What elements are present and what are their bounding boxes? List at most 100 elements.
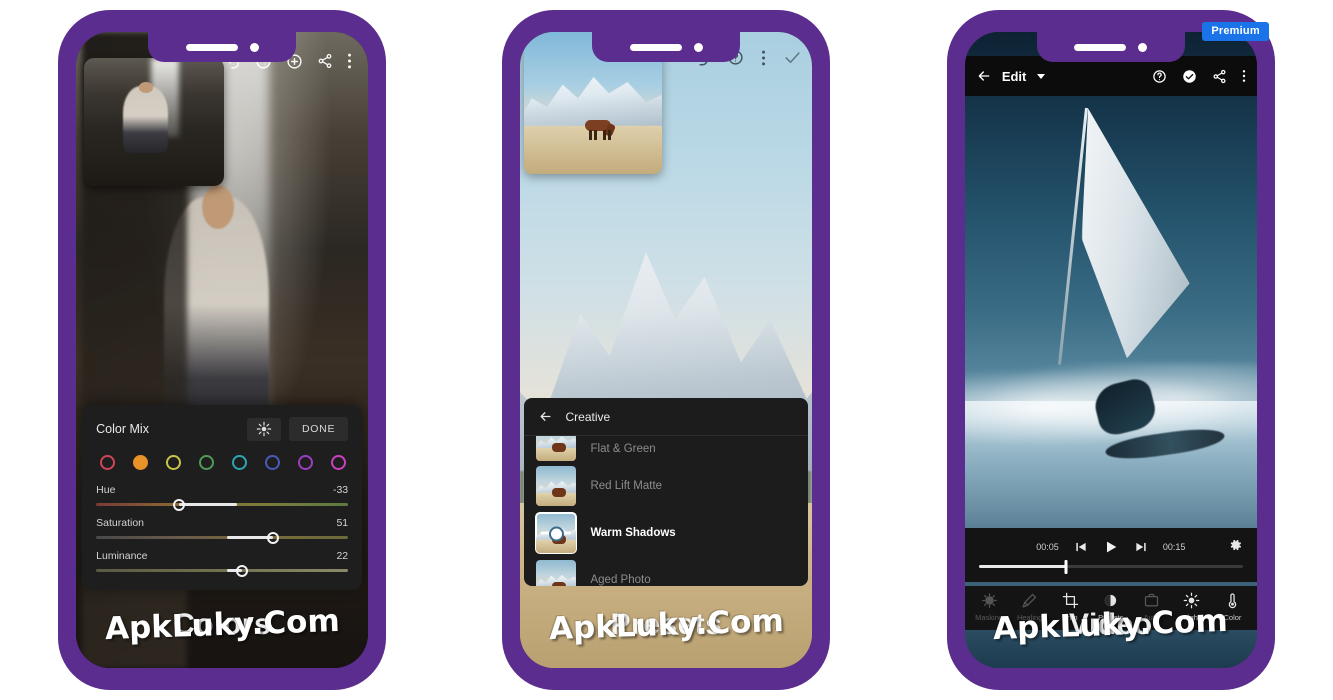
play-icon[interactable] (1103, 539, 1119, 555)
phone-colors-screen: Color Mix DONE Hue -33 Saturation 51 Lum… (76, 32, 369, 668)
check-icon[interactable] (783, 48, 802, 67)
swatch-aqua[interactable] (232, 455, 248, 470)
arrow-left-icon[interactable] (538, 409, 553, 424)
preset-label: Flat & Green (590, 443, 656, 455)
playback-row: 00:05 00:15 (965, 528, 1257, 561)
swatch-blue[interactable] (265, 455, 281, 470)
front-camera-dot (693, 42, 703, 52)
thumbnail-mountain (524, 77, 663, 126)
current-time: 00:05 (1036, 542, 1059, 552)
progress-playhead[interactable] (1064, 559, 1068, 574)
next-frame-icon[interactable] (1134, 540, 1148, 554)
total-time: 00:15 (1162, 542, 1186, 552)
caption-area-video: Video ApkLuky.Com (965, 590, 1257, 660)
slider-hue-label: Hue (96, 484, 116, 496)
premium-badge[interactable]: Premium (1202, 22, 1269, 41)
list-item[interactable]: Red Lift Matte (524, 462, 808, 509)
video-progress-bar[interactable] (978, 559, 1243, 574)
list-item[interactable]: Flat & Green (524, 436, 808, 462)
watermark: ApkLuky.Com (104, 602, 341, 648)
slider-saturation-knob[interactable] (266, 531, 279, 544)
more-vertical-icon[interactable] (1242, 68, 1246, 84)
slider-luminance-knob[interactable] (236, 564, 249, 577)
phone-presets: Creative Flat & Green Red Lift Matte War… (502, 10, 831, 690)
preset-label: Aged Photo (590, 573, 651, 586)
phone-notch (148, 32, 297, 62)
speaker-bar (185, 43, 238, 51)
slider-luminance-value: 22 (336, 550, 349, 562)
phone-colors: Color Mix DONE Hue -33 Saturation 51 Lum… (58, 10, 387, 690)
phone-notch (1036, 32, 1185, 62)
swatch-orange[interactable] (133, 455, 149, 470)
slider-saturation-track[interactable] (96, 531, 349, 544)
speaker-bar (1074, 43, 1127, 51)
color-mix-header: Color Mix DONE (96, 417, 349, 441)
slider-luminance: Luminance 22 (96, 550, 349, 577)
preset-thumbnail (536, 559, 577, 586)
preset-thumbnail (536, 436, 577, 461)
slider-hue: Hue -33 (96, 484, 349, 511)
swatch-magenta[interactable] (331, 455, 347, 470)
more-vertical-icon[interactable] (347, 52, 352, 70)
preset-label: Warm Shadows (590, 526, 676, 539)
thumbnail-horse (582, 118, 617, 140)
done-button[interactable]: DONE (289, 417, 349, 441)
target-picker-icon[interactable] (247, 417, 282, 441)
share-icon[interactable] (1212, 69, 1227, 84)
thumbnail-subject (123, 86, 169, 153)
gear-icon[interactable] (1228, 537, 1243, 552)
photo-subject-head (201, 184, 234, 230)
panel-title: Color Mix (96, 422, 149, 436)
slider-hue-fill (179, 503, 238, 506)
caption-area-presets: Presets ApkLuky.Com (520, 590, 812, 660)
photo-preview-thumbnail[interactable] (84, 58, 225, 186)
list-item-selected[interactable]: Warm Shadows (524, 509, 808, 556)
preset-label: Red Lift Matte (590, 479, 663, 492)
front-camera-dot (249, 42, 259, 52)
slider-hue-knob[interactable] (173, 498, 186, 511)
page-title: Edit (1001, 68, 1027, 84)
progress-fill (978, 565, 1066, 568)
phone-notch (592, 32, 741, 62)
chevron-down-icon[interactable] (1037, 73, 1046, 79)
phone-presets-screen: Creative Flat & Green Red Lift Matte War… (520, 32, 813, 668)
swatch-red[interactable] (100, 455, 116, 470)
previous-frame-icon[interactable] (1074, 540, 1088, 554)
slider-hue-track[interactable] (96, 498, 349, 511)
thumbnail-subject-head (138, 82, 153, 93)
presets-panel: Creative Flat & Green Red Lift Matte War… (524, 398, 809, 586)
phone-video: Premium Edit 00:05 00:15 Masking Healing… (946, 10, 1275, 690)
arrow-left-icon[interactable] (976, 68, 992, 84)
watermark: ApkLuky.Com (992, 602, 1229, 648)
speaker-bar (629, 43, 682, 51)
swatch-green[interactable] (199, 455, 215, 470)
more-vertical-icon[interactable] (761, 49, 766, 67)
phone-video-screen: Edit 00:05 00:15 Masking Healing Trim Pr… (964, 32, 1257, 668)
color-mix-panel: Color Mix DONE Hue -33 Saturation 51 Lum… (82, 405, 363, 590)
photo-sail (1081, 108, 1190, 359)
watermark: ApkLuky.Com (548, 602, 785, 648)
editor-topbar: Edit (964, 56, 1257, 96)
panel-actions: DONE (247, 417, 349, 441)
presets-group-title: Creative (565, 409, 611, 424)
topbar-actions (1152, 68, 1246, 84)
share-icon[interactable] (317, 53, 333, 69)
video-player-controls: 00:05 00:15 (964, 528, 1257, 582)
check-circle-icon[interactable] (1182, 69, 1197, 84)
color-swatch-row (96, 455, 348, 470)
preset-thumbnail-selected (535, 511, 578, 554)
slider-luminance-label: Luminance (96, 550, 148, 562)
slider-luminance-track[interactable] (96, 564, 349, 577)
slider-hue-value: -33 (332, 484, 349, 496)
help-circle-icon[interactable] (1152, 69, 1167, 84)
preset-thumbnail (536, 465, 577, 506)
swatch-yellow[interactable] (166, 455, 182, 470)
progress-bar-wrap (965, 559, 1257, 582)
list-item[interactable]: Aged Photo (524, 556, 808, 586)
swatch-purple[interactable] (298, 455, 314, 470)
slider-saturation-value: 51 (336, 517, 349, 529)
presets-header: Creative (524, 398, 809, 436)
front-camera-dot (1138, 42, 1148, 52)
screenshot-stage: Color Mix DONE Hue -33 Saturation 51 Lum… (0, 0, 1333, 700)
presets-list[interactable]: Flat & Green Red Lift Matte Warm Shadows… (524, 436, 808, 586)
